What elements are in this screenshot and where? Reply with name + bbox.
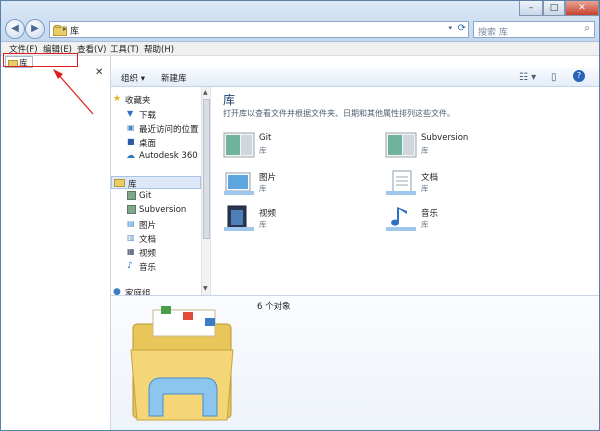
documents-icon: ▥ xyxy=(127,233,135,242)
address-history-dropdown-icon[interactable]: ▾ xyxy=(448,24,452,32)
library-tile-pictures[interactable]: 图片 库 xyxy=(223,169,383,203)
refresh-icon[interactable]: ⟳ xyxy=(458,23,466,34)
library-tile-documents[interactable]: 文档 库 xyxy=(385,169,545,203)
scrollbar-thumb[interactable] xyxy=(203,99,210,239)
nav-git[interactable]: Git xyxy=(111,190,201,203)
annotation-arrow-icon xyxy=(53,69,94,115)
menu-help[interactable]: 帮助(H) xyxy=(144,43,174,55)
documents-icon xyxy=(386,170,416,195)
nav-music[interactable]: ♪ 音乐 xyxy=(111,260,201,273)
search-box[interactable]: 搜索 库 ⌕ xyxy=(473,21,595,38)
download-folder-icon: ▼ xyxy=(127,109,134,118)
organize-button[interactable]: 组织 ▾ xyxy=(121,72,145,84)
subversion-library-icon xyxy=(385,132,417,158)
library-folder-icon xyxy=(130,306,234,421)
library-tile-subversion[interactable]: Subversion 库 xyxy=(385,131,545,165)
scroll-down-icon[interactable]: ▼ xyxy=(203,285,208,292)
nav-autodesk-360[interactable]: ☁ Autodesk 360 xyxy=(111,150,201,163)
library-tile-git[interactable]: Git 库 xyxy=(223,131,383,165)
command-bar: 组织 ▾ 新建库 ☷ ▾ ▯ ? xyxy=(111,68,599,87)
help-icon[interactable]: ? xyxy=(573,70,585,82)
desktop-icon: ■ xyxy=(127,137,135,146)
library-tile-music[interactable]: 音乐 库 xyxy=(385,205,545,239)
git-library-icon xyxy=(223,132,255,158)
scroll-up-icon[interactable]: ▲ xyxy=(203,89,208,96)
nav-desktop[interactable]: ■ 桌面 xyxy=(111,136,201,149)
nav-recent-places[interactable]: ▣ 最近访问的位置 xyxy=(111,122,201,135)
item-count: 6 个对象 xyxy=(257,302,291,312)
music-icon: ♪ xyxy=(127,261,133,271)
search-icon: ⌕ xyxy=(584,23,590,34)
pictures-icon xyxy=(224,172,254,195)
minimize-button[interactable]: – xyxy=(519,1,543,16)
explorer-window: ◀ ▶ 库 ▸ ▾ ⟳ 搜索 库 ⌕ – □ ✕ 文件(F) 编辑(E) 查看(… xyxy=(0,0,600,431)
nav-pictures[interactable]: ▤ 图片 xyxy=(111,218,201,231)
videos-icon: ▦ xyxy=(127,247,135,256)
nav-documents[interactable]: ▥ 文档 xyxy=(111,232,201,245)
recent-places-icon: ▣ xyxy=(127,123,135,132)
subversion-library-icon xyxy=(127,205,136,214)
new-library-button[interactable]: 新建库 xyxy=(161,72,187,84)
address-bar[interactable]: 库 ▸ ▾ ⟳ xyxy=(49,21,469,38)
page-title: 库 xyxy=(223,93,236,107)
pictures-icon: ▤ xyxy=(127,219,135,228)
nav-libraries[interactable]: 库 xyxy=(111,176,201,190)
nav-videos[interactable]: ▦ 视频 xyxy=(111,246,201,259)
videos-icon xyxy=(224,205,254,231)
homegroup-icon: ● xyxy=(113,287,121,295)
menu-tools[interactable]: 工具(T) xyxy=(110,43,139,55)
library-content: 库 打开库以查看文件并根据文件夹、日期和其他属性排列这些文件。 Git 库 Su… xyxy=(211,87,599,295)
star-icon: ★ xyxy=(113,94,122,104)
details-pane: 6 个对象 xyxy=(111,295,599,430)
git-library-icon xyxy=(127,191,136,200)
cloud-icon: ☁ xyxy=(126,151,135,161)
nav-downloads[interactable]: ▼ 下载 xyxy=(111,108,201,121)
music-icon xyxy=(386,207,416,231)
navigation-scrollbar[interactable]: ▲ ▼ xyxy=(201,87,210,295)
nav-subversion[interactable]: Subversion xyxy=(111,204,201,217)
search-input[interactable]: 搜索 库 xyxy=(478,25,508,38)
maximize-button[interactable]: □ xyxy=(543,1,565,16)
library-icon xyxy=(114,179,125,187)
library-tile-videos[interactable]: 视频 库 xyxy=(223,205,383,239)
navigation-pane: ★ 收藏夹 ▼ 下载 ▣ 最近访问的位置 ■ 桌面 ☁ Autodesk 360… xyxy=(111,87,211,295)
view-options-icon[interactable]: ☷ ▾ xyxy=(519,72,536,83)
preview-pane-icon[interactable]: ▯ xyxy=(551,72,557,83)
nav-favorites[interactable]: ★ 收藏夹 xyxy=(111,93,201,106)
nav-homegroup[interactable]: ● 家庭组 xyxy=(111,286,201,295)
page-subtitle: 打开库以查看文件并根据文件夹、日期和其他属性排列这些文件。 xyxy=(223,109,455,118)
close-button[interactable]: ✕ xyxy=(565,1,599,16)
